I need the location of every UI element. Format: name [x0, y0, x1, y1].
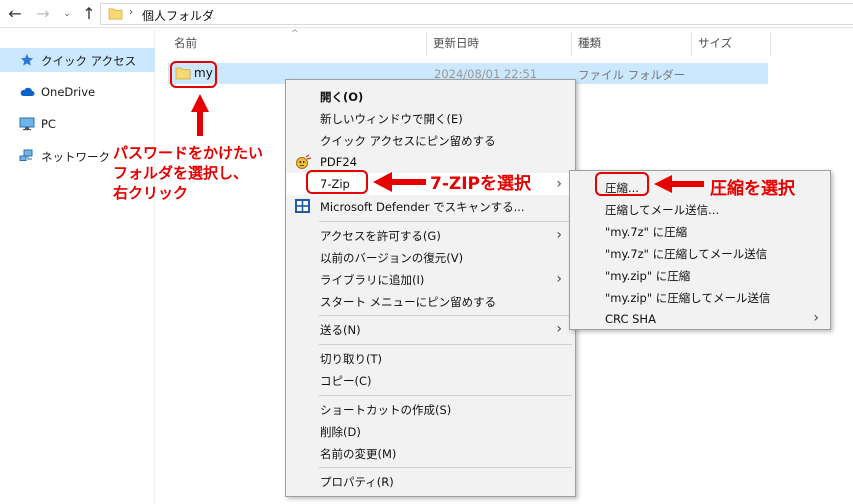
- submenu-item-compress-zip-email[interactable]: "my.zip" に圧縮してメール送信: [571, 285, 829, 307]
- column-divider[interactable]: [691, 32, 692, 56]
- nav-label: ネットワーク: [41, 150, 110, 164]
- chevron-right-icon: ›: [556, 227, 562, 243]
- menu-separator: [319, 221, 572, 222]
- annotation-step1: パスワードをかけたい フォルダを選択し、 右クリック: [113, 143, 263, 203]
- menu-item-label: 以前のバージョンの復元(V): [320, 251, 464, 265]
- menu-separator: [319, 467, 572, 468]
- menu-item-add-to-library[interactable]: ライブラリに追加(I) ›: [287, 268, 574, 290]
- nav-label: OneDrive: [41, 85, 96, 99]
- folder-icon: [108, 8, 123, 20]
- submenu-item-label: "my.zip" に圧縮: [605, 269, 691, 283]
- annotation-step2: 7-ZIPを選択: [430, 174, 531, 194]
- cloud-icon: [20, 87, 35, 96]
- menu-item-label: 開く(O): [320, 90, 364, 104]
- menu-item-pin-quick-access[interactable]: クイック アクセスにピン留めする: [287, 129, 574, 151]
- address-bar: ← → ⌄ ↑ › 個人フォルダ: [0, 0, 853, 28]
- highlight-compress: [595, 172, 649, 196]
- defender-icon: [295, 199, 310, 213]
- highlight-folder: [170, 61, 217, 88]
- nav-onedrive[interactable]: OneDrive: [0, 80, 155, 104]
- column-divider[interactable]: [571, 32, 572, 56]
- menu-item-label: 削除(D): [320, 425, 361, 439]
- nav-label: クイック アクセス: [41, 54, 137, 68]
- annotation-step3: 圧縮を選択: [710, 179, 795, 199]
- menu-item-label: ショートカットの作成(S): [320, 403, 452, 417]
- chevron-right-icon: ›: [556, 271, 562, 287]
- up-button[interactable]: ↑: [79, 4, 99, 24]
- menu-item-label: ライブラリに追加(I): [320, 273, 425, 287]
- annotation-line: フォルダを選択し、: [113, 164, 249, 182]
- menu-item-label: クイック アクセスにピン留めする: [320, 134, 496, 148]
- menu-item-label: コピー(C): [320, 374, 372, 388]
- highlight-7zip: [306, 170, 368, 194]
- menu-separator: [319, 395, 572, 396]
- column-header-date[interactable]: 更新日時: [433, 35, 479, 55]
- chevron-right-icon: ›: [813, 310, 819, 326]
- network-icon: [19, 149, 33, 161]
- menu-item-restore-versions[interactable]: 以前のバージョンの復元(V): [287, 246, 574, 268]
- menu-item-label: スタート メニューにピン留めする: [320, 295, 497, 309]
- submenu-item-crc-sha[interactable]: CRC SHA ›: [571, 307, 829, 329]
- nav-label: PC: [41, 117, 56, 131]
- annotation-line: 右クリック: [113, 184, 189, 202]
- menu-item-cut[interactable]: 切り取り(T): [287, 347, 574, 369]
- menu-item-properties[interactable]: プロパティ(R): [287, 470, 574, 492]
- menu-item-copy[interactable]: コピー(C): [287, 369, 574, 391]
- menu-item-label: PDF24: [320, 155, 358, 169]
- submenu-item-label: CRC SHA: [605, 312, 656, 326]
- submenu-item-label: "my.7z" に圧縮: [605, 225, 688, 239]
- menu-item-open[interactable]: 開く(O): [287, 85, 574, 107]
- chevron-right-icon: ›: [556, 176, 562, 192]
- sort-indicator: ^: [291, 29, 299, 39]
- address-box[interactable]: › 個人フォルダ: [100, 3, 853, 25]
- submenu-item-label: "my.zip" に圧縮してメール送信: [605, 291, 771, 305]
- column-header-name[interactable]: 名前: [174, 35, 197, 55]
- menu-item-open-new-window[interactable]: 新しいウィンドウで開く(E): [287, 107, 574, 129]
- recent-locations-button[interactable]: ⌄: [60, 4, 74, 24]
- file-type: ファイル フォルダー: [578, 68, 686, 82]
- menu-item-delete[interactable]: 削除(D): [287, 420, 574, 442]
- menu-item-create-shortcut[interactable]: ショートカットの作成(S): [287, 398, 574, 420]
- nav-pc[interactable]: PC: [0, 112, 155, 136]
- menu-item-defender-scan[interactable]: Microsoft Defender でスキャンする...: [287, 195, 574, 217]
- breadcrumb-current[interactable]: 個人フォルダ: [142, 7, 214, 24]
- menu-item-rename[interactable]: 名前の変更(M): [287, 442, 574, 464]
- menu-separator: [319, 315, 572, 316]
- submenu-item-compress-email[interactable]: 圧縮してメール送信...: [571, 197, 829, 219]
- menu-item-label: 名前の変更(M): [320, 447, 397, 461]
- menu-item-label: プロパティ(R): [320, 475, 394, 489]
- monitor-icon: [19, 117, 35, 131]
- annotation-line: パスワードをかけたい: [113, 144, 264, 162]
- column-header-size[interactable]: サイズ: [698, 35, 732, 55]
- menu-item-label: 送る(N): [320, 323, 361, 337]
- submenu-item-compress-zip[interactable]: "my.zip" に圧縮: [571, 263, 829, 285]
- menu-item-send-to[interactable]: 送る(N) ›: [287, 318, 574, 340]
- menu-item-label: 切り取り(T): [320, 352, 382, 366]
- star-icon: [20, 53, 34, 66]
- column-header-type[interactable]: 種類: [578, 35, 601, 55]
- menu-item-label: Microsoft Defender でスキャンする...: [320, 200, 525, 214]
- pdf24-icon: [296, 154, 312, 169]
- menu-item-label: アクセスを許可する(G): [320, 229, 441, 243]
- menu-item-grant-access[interactable]: アクセスを許可する(G) ›: [287, 224, 574, 246]
- column-divider[interactable]: [426, 32, 427, 56]
- back-button[interactable]: ←: [5, 4, 25, 24]
- arrow-up-icon: [191, 94, 209, 136]
- submenu-item-compress-7z[interactable]: "my.7z" に圧縮: [571, 219, 829, 241]
- navigation-pane: クイック アクセス OneDrive PC ネットワーク: [0, 29, 155, 504]
- chevron-right-icon: ›: [556, 321, 562, 337]
- menu-separator: [319, 344, 572, 345]
- breadcrumb-separator: ›: [129, 7, 133, 18]
- nav-quick-access[interactable]: クイック アクセス: [0, 48, 155, 72]
- context-menu: 開く(O) 新しいウィンドウで開く(E) クイック アクセスにピン留めする PD…: [285, 79, 576, 497]
- submenu-item-label: "my.7z" に圧縮してメール送信: [605, 247, 768, 261]
- submenu-item-label: 圧縮してメール送信...: [605, 203, 720, 217]
- forward-button[interactable]: →: [33, 4, 53, 24]
- menu-item-label: 新しいウィンドウで開く(E): [320, 112, 463, 126]
- submenu-item-compress-7z-email[interactable]: "my.7z" に圧縮してメール送信: [571, 241, 829, 263]
- column-divider[interactable]: [770, 32, 771, 56]
- menu-item-pin-start[interactable]: スタート メニューにピン留めする: [287, 290, 574, 312]
